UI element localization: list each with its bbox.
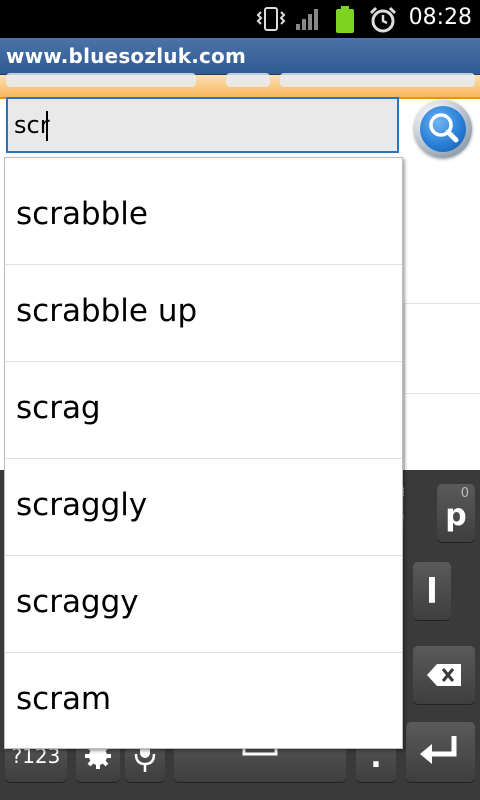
search-input[interactable]: [6, 97, 399, 153]
search-field[interactable]: [8, 99, 397, 151]
status-bar: 08:28: [0, 0, 480, 38]
suggestion-item[interactable]: scraggly: [5, 459, 402, 556]
url-text[interactable]: www.bluesozluk.com: [6, 44, 246, 68]
enter-key[interactable]: [406, 722, 475, 782]
backspace-icon: [427, 664, 461, 686]
suggestion-label: scrabble up: [16, 293, 198, 329]
suggestion-label: scrag: [16, 390, 101, 426]
key-l-label: l: [426, 572, 438, 612]
magnifier-icon: [429, 113, 459, 143]
key-p-label: p: [445, 498, 467, 533]
vibrate-icon: [256, 7, 286, 31]
suggestion-label: scram: [16, 681, 112, 717]
page-header-band: [0, 73, 480, 99]
enter-icon: [420, 736, 457, 764]
signal-icon: [296, 9, 318, 30]
text-caret: [46, 111, 48, 141]
url-bar[interactable]: www.bluesozluk.com: [0, 38, 480, 75]
suggestion-item[interactable]: scrabble: [5, 168, 402, 265]
autocomplete-dropdown: scrabble scrabble up scrag scraggly scra…: [4, 157, 403, 749]
clock: 08:28: [408, 5, 472, 30]
key-l[interactable]: l: [413, 562, 451, 620]
backspace-key[interactable]: [413, 646, 475, 704]
key-p[interactable]: 0 p: [437, 484, 475, 542]
suggestion-label: scraggy: [16, 584, 139, 620]
suggestion-item[interactable]: scrabble up: [5, 265, 402, 362]
suggestion-label: scrabble: [16, 196, 148, 232]
page-panel: [404, 393, 480, 474]
battery-icon: [336, 6, 354, 33]
search-button[interactable]: [414, 100, 472, 158]
page-panel: [404, 303, 480, 395]
suggestion-item[interactable]: scrag: [5, 362, 402, 459]
suggestion-item[interactable]: scram: [5, 653, 402, 750]
suggestion-label: scraggly: [16, 487, 148, 523]
alarm-icon: [369, 6, 397, 33]
suggestion-item[interactable]: scraggy: [5, 556, 402, 653]
